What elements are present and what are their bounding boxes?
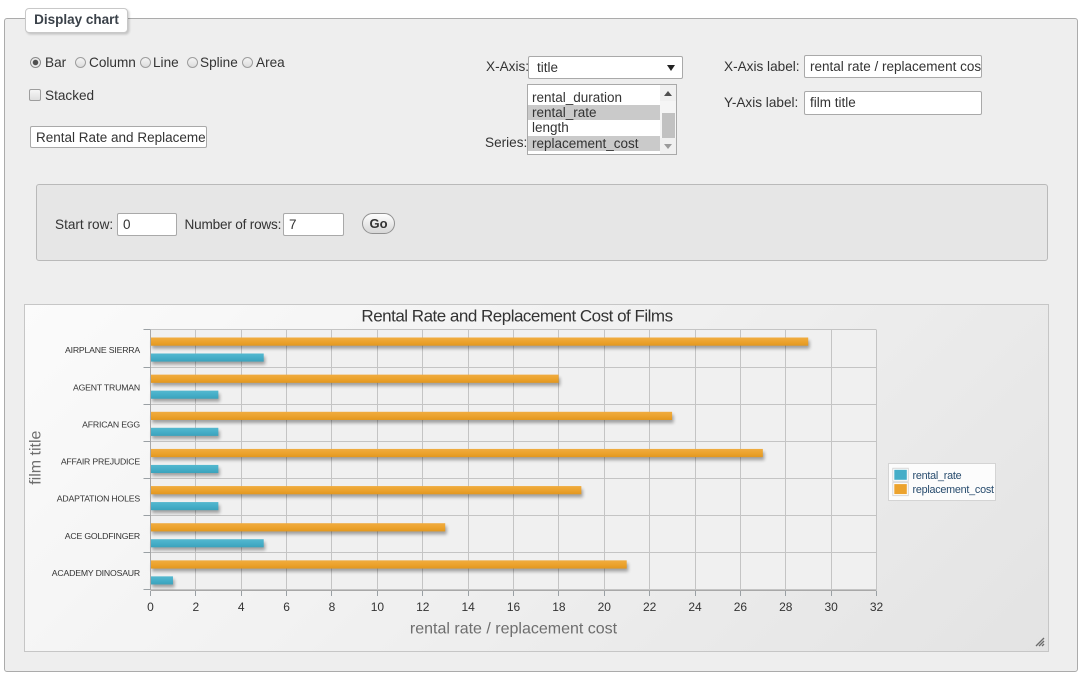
svg-text:28: 28: [779, 600, 793, 614]
svg-text:replacement_cost: replacement_cost: [913, 484, 994, 496]
svg-text:6: 6: [283, 600, 290, 614]
svg-text:rental_rate: rental_rate: [913, 470, 962, 482]
svg-text:22: 22: [643, 600, 657, 614]
svg-text:16: 16: [507, 600, 521, 614]
svg-text:24: 24: [688, 600, 702, 614]
svg-text:AIRPLANE SIERRA: AIRPLANE SIERRA: [65, 345, 140, 355]
svg-text:30: 30: [824, 600, 838, 614]
svg-text:2: 2: [193, 600, 200, 614]
svg-text:20: 20: [598, 600, 612, 614]
svg-text:26: 26: [734, 600, 748, 614]
svg-text:12: 12: [416, 600, 430, 614]
svg-text:10: 10: [371, 600, 385, 614]
svg-text:32: 32: [870, 600, 884, 614]
svg-text:ACE GOLDFINGER: ACE GOLDFINGER: [65, 531, 140, 541]
svg-text:14: 14: [461, 600, 475, 614]
svg-text:8: 8: [329, 600, 336, 614]
svg-text:AGENT TRUMAN: AGENT TRUMAN: [73, 382, 140, 392]
svg-text:ADAPTATION HOLES: ADAPTATION HOLES: [57, 494, 141, 504]
svg-text:18: 18: [552, 600, 566, 614]
svg-text:rental rate / replacement cost: rental rate / replacement cost: [410, 621, 618, 638]
svg-text:film title: film title: [27, 430, 44, 484]
svg-text:ACADEMY DINOSAUR: ACADEMY DINOSAUR: [52, 568, 140, 578]
svg-text:AFFAIR PREJUDICE: AFFAIR PREJUDICE: [61, 457, 141, 467]
svg-text:0: 0: [147, 600, 154, 614]
svg-text:Rental Rate and Replacement Co: Rental Rate and Replacement Cost of Film…: [361, 307, 672, 326]
svg-text:AFRICAN EGG: AFRICAN EGG: [82, 419, 140, 429]
svg-text:4: 4: [238, 600, 245, 614]
